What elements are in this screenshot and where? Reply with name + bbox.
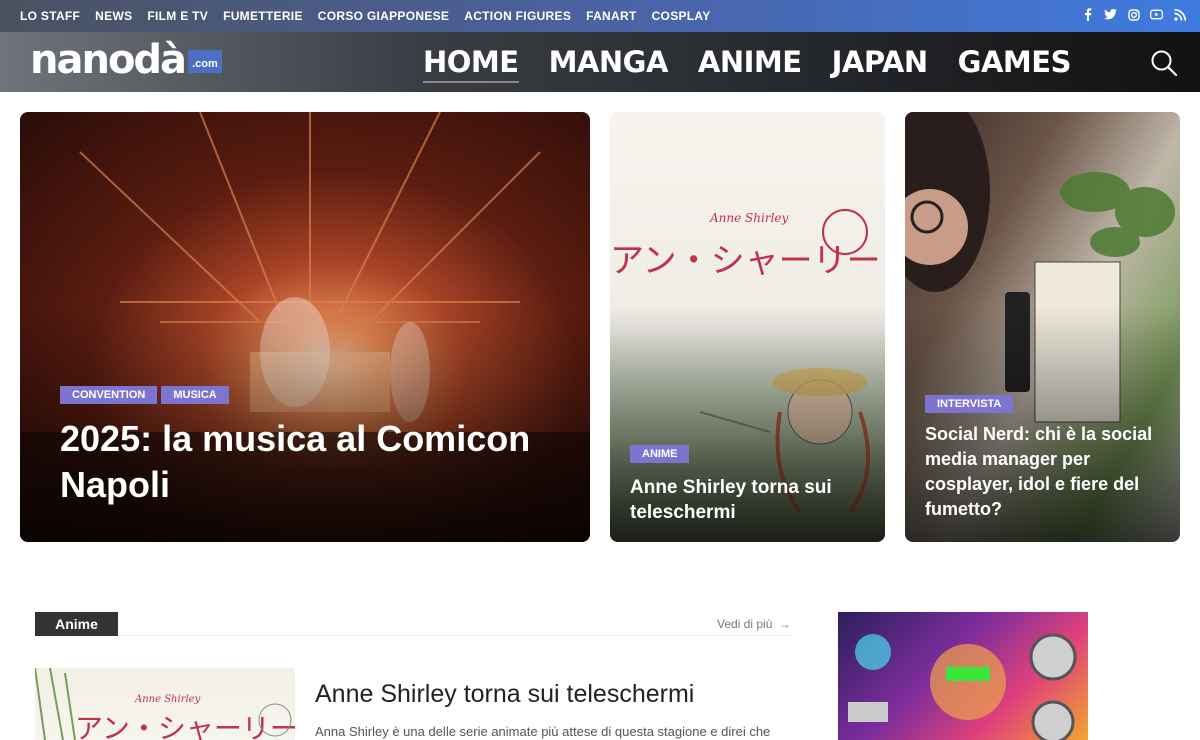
anime-thumb-image: アン・シャーリー Anne Shirley xyxy=(35,668,295,740)
hero-title[interactable]: Social Nerd: chi è la social media manag… xyxy=(925,422,1162,522)
nav-japan[interactable]: JAPAN xyxy=(832,32,929,92)
facebook-icon[interactable] xyxy=(1081,8,1094,21)
top-link-cosplay[interactable]: COSPLAY xyxy=(652,9,711,23)
card-text: CONVENTION MUSICA 2025: la musica al Comi… xyxy=(60,385,572,508)
hero-title[interactable]: 2025: la musica al Comicon Napoli xyxy=(60,416,572,508)
top-link-action-figures[interactable]: ACTION FIGURES xyxy=(464,9,571,23)
hero-card-comicon[interactable]: CONVENTION MUSICA 2025: la musica al Comi… xyxy=(20,112,590,542)
card-text: INTERVISTA Social Nerd: chi è la social … xyxy=(925,394,1162,522)
top-links: LO STAFF NEWS FILM E TV FUMETTERIE CORSO… xyxy=(20,9,726,23)
logo-wordmark: nanodà xyxy=(30,37,187,83)
top-link-news[interactable]: NEWS xyxy=(95,9,132,23)
logo-suffix: .com xyxy=(188,50,222,73)
tag-anime[interactable]: ANIME xyxy=(630,445,690,463)
art-title-latin: Anne Shirley xyxy=(134,694,201,705)
banner-image xyxy=(848,633,1077,740)
tag-musica[interactable]: MUSICA xyxy=(161,386,229,404)
search-icon[interactable] xyxy=(1150,49,1178,77)
tag-convention[interactable]: CONVENTION xyxy=(60,386,158,404)
top-bar: LO STAFF NEWS FILM E TV FUMETTERIE CORSO… xyxy=(0,0,1200,32)
top-link-fanart[interactable]: FANART xyxy=(586,9,636,23)
article-excerpt: Anna Shirley è una delle serie animate p… xyxy=(315,724,771,739)
site-logo[interactable]: nanodà .com xyxy=(30,37,222,83)
hero-card-social-nerd[interactable]: INTERVISTA Social Nerd: chi è la social … xyxy=(905,112,1180,542)
twitter-icon[interactable] xyxy=(1104,8,1117,21)
hero-card-anne-shirley[interactable]: Anne Shirley アン・シャーリー ANIME Anne Shirley… xyxy=(610,112,885,542)
art-title-japanese: アン・シャーリー xyxy=(75,712,295,740)
site-header: nanodà .com HOME MANGA ANIME JAPAN GAMES xyxy=(0,32,1200,92)
section-label-anime[interactable]: Anime xyxy=(35,612,118,636)
sidebar-banner[interactable] xyxy=(838,612,1088,740)
nav-anime[interactable]: ANIME xyxy=(698,32,802,92)
see-more-label: Vedi di più xyxy=(717,617,773,631)
social-links xyxy=(1081,8,1186,21)
section-divider xyxy=(118,635,790,636)
hero-title[interactable]: Anne Shirley torna sui teleschermi xyxy=(630,475,867,525)
nav-home[interactable]: HOME xyxy=(423,32,519,92)
card-text: ANIME Anne Shirley torna sui teleschermi xyxy=(630,444,867,525)
main-nav: HOME MANGA ANIME JAPAN GAMES xyxy=(408,32,1086,92)
instagram-icon[interactable] xyxy=(1127,8,1140,21)
article-title[interactable]: Anne Shirley torna sui teleschermi xyxy=(315,680,694,709)
top-link-corso-giapponese[interactable]: CORSO GIAPPONESE xyxy=(318,9,450,23)
rss-icon[interactable] xyxy=(1173,8,1186,21)
nav-manga[interactable]: MANGA xyxy=(549,32,669,92)
see-more-link[interactable]: Vedi di più → xyxy=(717,617,791,631)
nav-games[interactable]: GAMES xyxy=(958,32,1072,92)
top-link-staff[interactable]: LO STAFF xyxy=(20,9,80,23)
article-thumbnail[interactable]: アン・シャーリー Anne Shirley xyxy=(35,668,295,740)
arrow-right-icon: → xyxy=(778,617,791,631)
tag-intervista[interactable]: INTERVISTA xyxy=(925,395,1014,413)
youtube-icon[interactable] xyxy=(1150,8,1163,21)
top-link-film-tv[interactable]: FILM E TV xyxy=(147,9,208,23)
top-link-fumetterie[interactable]: FUMETTERIE xyxy=(223,9,303,23)
